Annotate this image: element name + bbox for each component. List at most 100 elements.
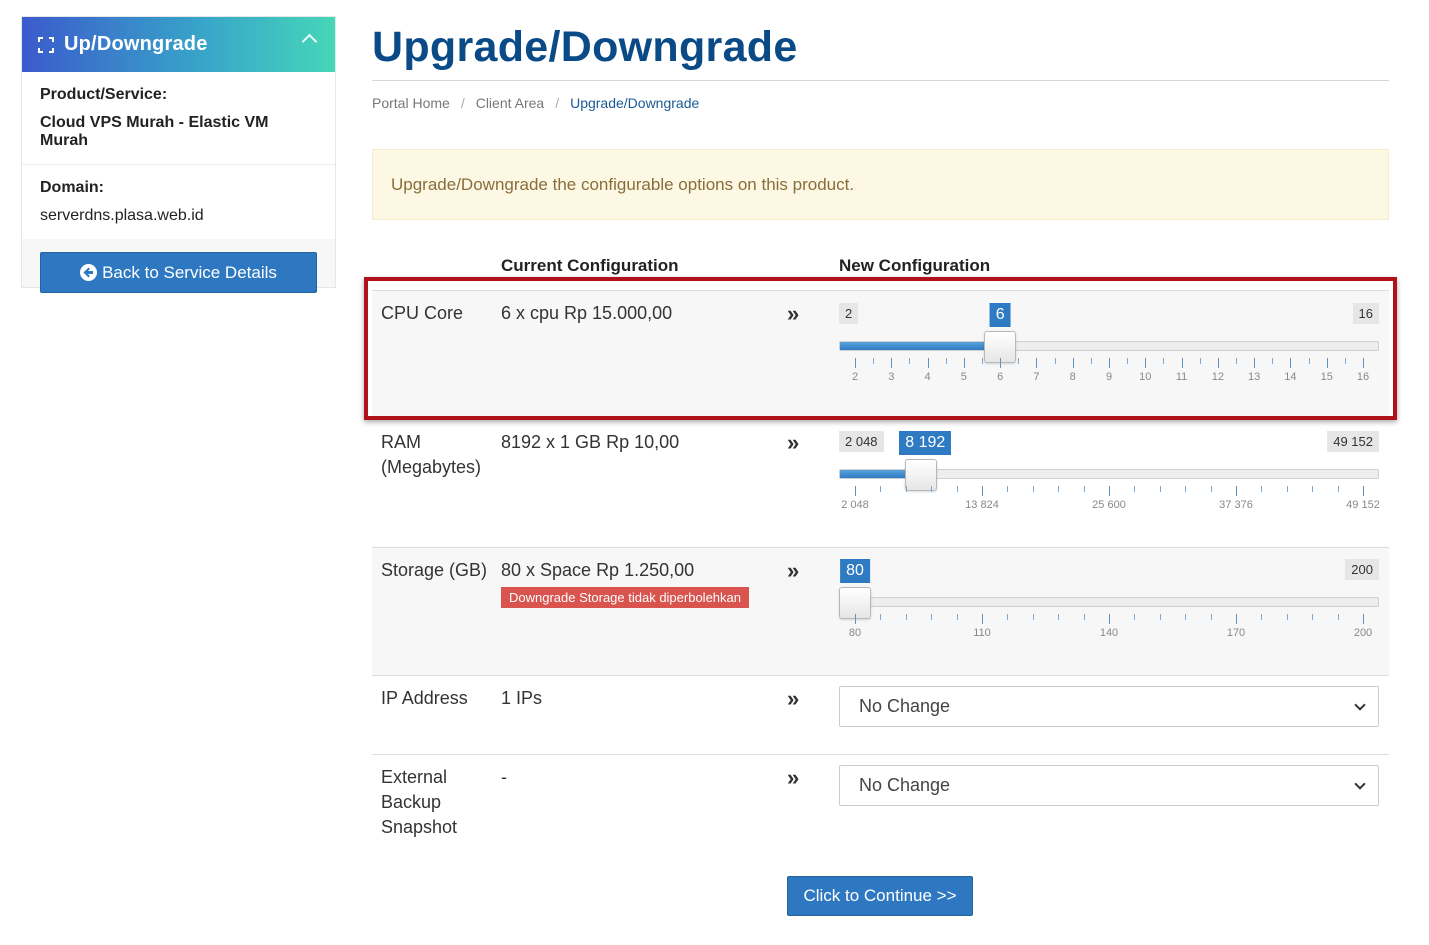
storage-slider[interactable]: 200 80 80 110 140 170 200: [839, 559, 1379, 659]
slider-tick-minor: [873, 358, 875, 364]
expand-icon: [38, 36, 54, 53]
slider-tick-minor: [1236, 358, 1237, 364]
slider-tick-minor: [1018, 358, 1020, 364]
chevron-down-icon: [1354, 778, 1366, 790]
slider-tick-minor: [880, 486, 882, 492]
product-value: Cloud VPS Murah - Elastic VM Murah: [40, 114, 269, 149]
slider-fill: [840, 342, 1002, 350]
slider-tick-minor: [1159, 614, 1161, 620]
slider-ticks: 2 048 13 824 25 600 37 376 49 152: [841, 486, 1380, 526]
arrow-right-icon: »: [787, 301, 800, 326]
slider-tick-label: 9: [1105, 371, 1113, 383]
slider-tick-major: [982, 486, 983, 496]
continue-button[interactable]: Click to Continue >>: [787, 876, 973, 916]
slider-tick-label: 16: [1356, 371, 1370, 383]
current-value: 80 x Space Rp 1.250,00 Downgrade Storage…: [501, 558, 749, 609]
arrow-right-icon: »: [787, 430, 800, 455]
current-value: 8192 x 1 GB Rp 10,00: [501, 432, 680, 452]
slider-value-badge: 8 192: [899, 431, 952, 455]
domain-value: serverdns.plasa.web.id: [40, 207, 204, 224]
slider-tick-major: [1363, 614, 1364, 624]
slider-tick-major: [855, 358, 856, 368]
slider-tick-label: 7: [1033, 371, 1040, 383]
breadcrumb-client-area[interactable]: Client Area: [476, 95, 544, 111]
slider-track[interactable]: [839, 597, 1379, 607]
slider-tick-minor: [1261, 614, 1263, 620]
slider-track[interactable]: [839, 341, 1379, 351]
arrow-right-icon: »: [787, 558, 800, 583]
slider-tick-major: [1145, 358, 1147, 368]
sidebar-header[interactable]: Up/Downgrade: [22, 17, 335, 72]
slider-tick-major: [855, 614, 856, 624]
slider-tick-label: 37 376: [1219, 499, 1253, 511]
slider-tick-minor: [1032, 486, 1034, 492]
slider-tick-label: 140: [1099, 627, 1119, 639]
slider-tick-minor: [1185, 486, 1187, 492]
slider-tick-minor: [1337, 614, 1339, 620]
slider-value-badge: 6: [989, 303, 1011, 327]
slider-tick-major: [1217, 358, 1219, 368]
slider-tick-minor: [1058, 614, 1060, 620]
config-row-storage: Storage (GB) 80 x Space Rp 1.250,00 Down…: [372, 547, 1389, 676]
slider-tick-label: 110: [973, 627, 991, 639]
slider-tick-minor: [945, 358, 947, 364]
slider-tick-label: 6: [997, 371, 1004, 383]
slider-tick-minor: [1199, 358, 1201, 364]
current-value: 1 IPs: [501, 688, 543, 708]
slider-tick-minor: [1163, 358, 1165, 364]
slider-tick-minor: [956, 486, 958, 492]
slider-tick-minor: [1272, 358, 1274, 364]
cpu-slider[interactable]: 2 16 6 2 3 4 5 6 7 8 9 10 11 12 13 14 15 16: [839, 303, 1379, 403]
slider-tick-major: [1109, 614, 1110, 624]
product-label: Product/Service:: [40, 86, 168, 103]
slider-max-badge: 49 152: [1327, 431, 1379, 452]
arrow-circle-left-icon: [80, 264, 98, 281]
ram-slider[interactable]: 2 048 49 152 8 192 2 048 13 824 25 600 37 3…: [839, 431, 1380, 531]
slider-tick-minor: [1286, 486, 1288, 492]
slider-tick-major: [1109, 486, 1110, 496]
option-name: CPU Core: [381, 303, 464, 323]
sidebar-panel: Up/Downgrade Product/Service: Cloud VPS …: [21, 16, 336, 293]
slider-tick-major: [1254, 358, 1256, 368]
slider-tick-label: 49 152: [1346, 499, 1380, 511]
slider-tick-major: [1363, 486, 1364, 496]
slider-tick-label: 80: [848, 627, 862, 639]
page-title: Upgrade/Downgrade: [372, 23, 798, 71]
slider-tick-major: [1326, 358, 1328, 368]
slider-tick-major: [1000, 358, 1002, 368]
select-value: No Change: [859, 775, 951, 795]
breadcrumb: Portal Home / Client Area / Upgrade/Down…: [372, 95, 1389, 111]
slider-tick-minor: [1261, 486, 1263, 492]
slider-tick-major: [1363, 358, 1364, 368]
external-backup-select[interactable]: No Change: [839, 765, 1379, 806]
slider-tick-minor: [1134, 614, 1136, 620]
slider-tick-major: [1236, 614, 1237, 624]
slider-tick-major: [982, 614, 983, 624]
slider-tick-minor: [1210, 614, 1212, 620]
ip-address-select[interactable]: No Change: [839, 686, 1379, 727]
slider-tick-minor: [1054, 358, 1056, 364]
slider-tick-label: 4: [924, 371, 931, 383]
slider-value-badge: 80: [840, 559, 870, 583]
slider-tick-label: 11: [1175, 371, 1188, 383]
main-content: Upgrade/Downgrade Portal Home / Client A…: [372, 0, 1389, 837]
option-name: IP Address: [381, 688, 468, 708]
config-row-ram: RAM (Megabytes) 8192 x 1 GB Rp 10,00 » 2…: [372, 418, 1389, 548]
slider-tick-label: 25 600: [1092, 499, 1126, 511]
slider-tick-minor: [931, 486, 933, 492]
breadcrumb-portal-home[interactable]: Portal Home: [372, 95, 450, 111]
slider-tick-label: 8: [1069, 371, 1076, 383]
option-name: Storage (GB): [381, 560, 488, 580]
slider-tick-minor: [1337, 486, 1339, 492]
chevron-up-icon[interactable]: [301, 33, 318, 50]
option-name: RAM (Megabytes): [381, 432, 482, 477]
slider-tick-major: [1236, 486, 1237, 496]
sidebar-title: Up/Downgrade: [64, 33, 208, 55]
arrow-right-icon: »: [787, 765, 800, 790]
back-to-service-details-button[interactable]: Back to Service Details: [40, 252, 317, 293]
slider-tick-major: [927, 358, 929, 368]
slider-tick-minor: [1286, 614, 1288, 620]
breadcrumb-current: Upgrade/Downgrade: [570, 95, 700, 111]
slider-tick-minor: [1032, 614, 1034, 620]
slider-tick-major: [855, 486, 856, 496]
